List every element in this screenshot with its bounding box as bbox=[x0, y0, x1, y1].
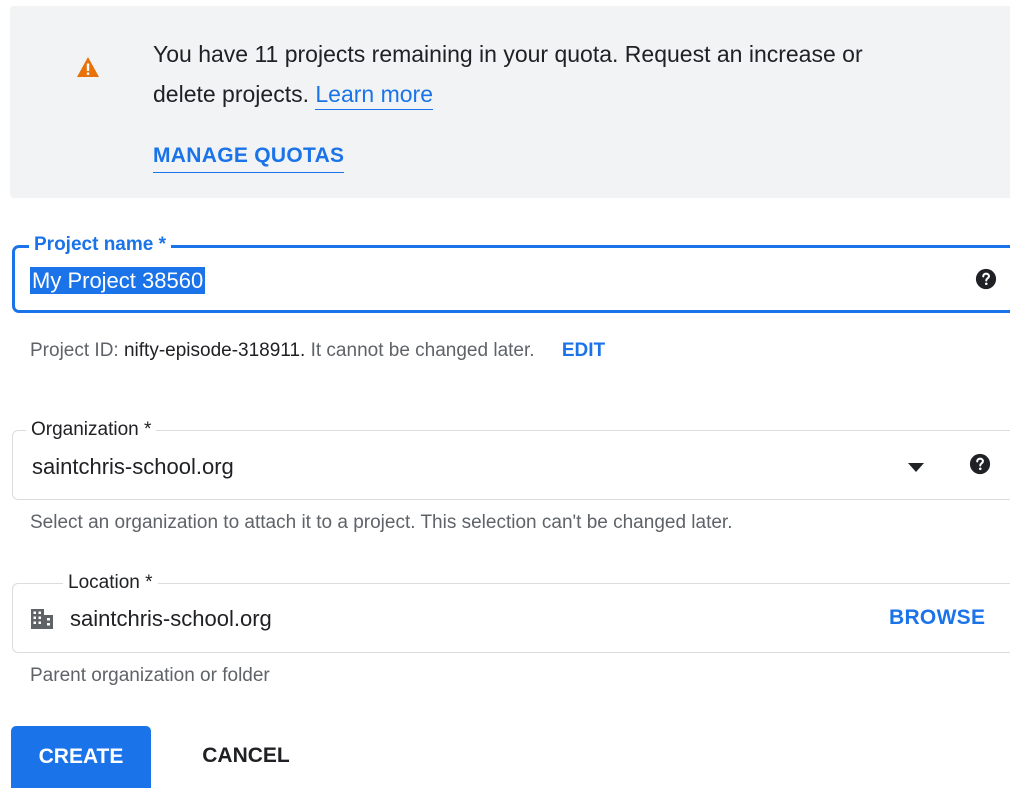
project-id-value: nifty-episode-318911. bbox=[123, 340, 306, 361]
project-id-hint: Project ID: nifty-episode-318911. It can… bbox=[30, 339, 605, 363]
create-button[interactable]: CREATE bbox=[11, 726, 151, 788]
help-icon[interactable] bbox=[975, 268, 997, 290]
organization-hint: Select an organization to attach it to a… bbox=[30, 512, 733, 533]
project-name-input[interactable]: My Project 38560 bbox=[30, 267, 206, 295]
manage-quotas-button[interactable]: MANAGE QUOTAS bbox=[153, 144, 345, 173]
location-value: saintchris-school.org bbox=[70, 606, 272, 631]
dropdown-arrow-icon[interactable] bbox=[908, 463, 924, 472]
project-name-label: Project name * bbox=[29, 233, 171, 257]
learn-more-link[interactable]: Learn more bbox=[315, 81, 433, 110]
project-id-suffix: It cannot be changed later. bbox=[310, 340, 535, 361]
quota-message: You have 11 projects remaining in your q… bbox=[153, 34, 983, 114]
project-name-field[interactable]: Project name * My Project 38560 bbox=[12, 233, 1010, 313]
location-field[interactable]: Location * saintchris-school.org BROWSE bbox=[12, 571, 1010, 653]
browse-button[interactable]: BROWSE bbox=[889, 606, 985, 630]
organization-label: Organization * bbox=[26, 418, 157, 442]
quota-message-line1: You have 11 projects remaining in your q… bbox=[153, 41, 863, 67]
cancel-button[interactable]: CANCEL bbox=[176, 726, 316, 786]
location-hint: Parent organization or folder bbox=[30, 665, 270, 686]
quota-message-line2: delete projects. bbox=[153, 81, 309, 107]
warning-icon bbox=[77, 57, 99, 77]
location-label: Location * bbox=[63, 571, 158, 595]
edit-project-id-button[interactable]: EDIT bbox=[562, 340, 605, 361]
quota-banner: You have 11 projects remaining in your q… bbox=[10, 6, 1010, 198]
project-name-selected-text: My Project 38560 bbox=[30, 267, 206, 294]
project-id-prefix: Project ID: bbox=[30, 340, 119, 361]
organization-building-icon bbox=[31, 609, 53, 629]
organization-select[interactable]: Organization * saintchris-school.org bbox=[12, 418, 1010, 500]
help-icon[interactable] bbox=[969, 453, 991, 475]
organization-value: saintchris-school.org bbox=[32, 454, 234, 479]
